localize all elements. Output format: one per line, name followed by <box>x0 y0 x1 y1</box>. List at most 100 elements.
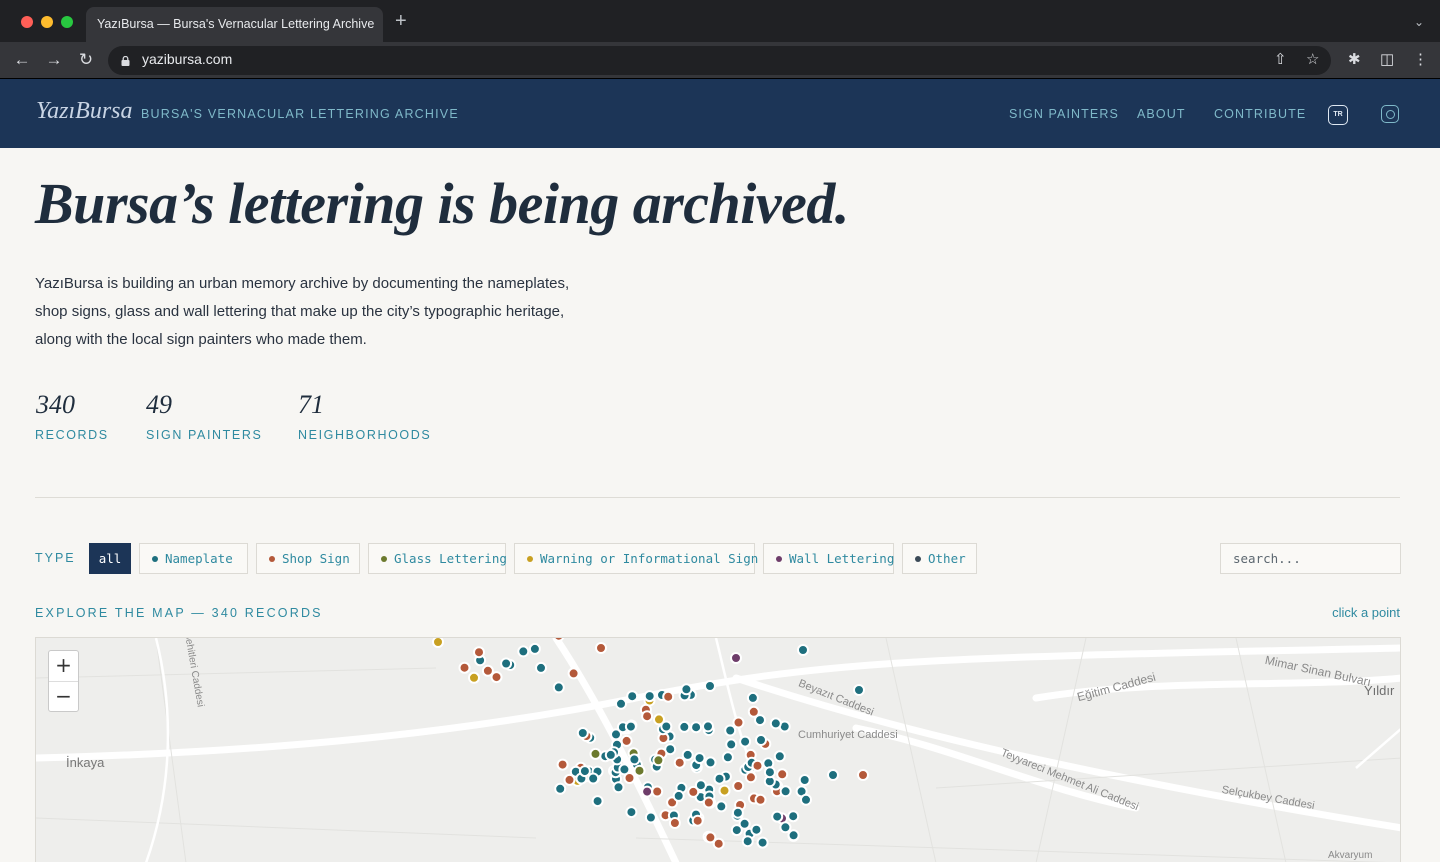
map-record-marker[interactable] <box>730 824 743 837</box>
browser-menu-icon[interactable]: ⋮ <box>1413 51 1428 69</box>
map-record-marker[interactable] <box>633 764 646 777</box>
map-record-marker[interactable] <box>624 720 637 733</box>
zoom-in-button[interactable]: + <box>49 651 78 681</box>
minimize-window-icon[interactable] <box>41 16 53 28</box>
map-record-marker[interactable] <box>754 793 767 806</box>
map-record-marker[interactable] <box>612 781 625 794</box>
filter-nameplate-button[interactable]: Nameplate <box>139 543 248 574</box>
forward-icon[interactable]: → <box>44 50 64 70</box>
map-record-marker[interactable] <box>751 759 764 772</box>
map-record-marker[interactable] <box>652 754 665 767</box>
filter-shop-sign-button[interactable]: Shop Sign <box>256 543 360 574</box>
map-record-marker[interactable] <box>797 644 809 656</box>
map-record-marker[interactable] <box>724 724 737 737</box>
map-record-marker[interactable] <box>678 720 691 733</box>
side-panel-icon[interactable]: ◫ <box>1380 51 1394 69</box>
reload-icon[interactable]: ↻ <box>76 50 96 70</box>
map-record-marker[interactable] <box>535 661 547 674</box>
map-record-marker[interactable] <box>691 814 704 827</box>
map-record-marker[interactable] <box>732 780 745 792</box>
map-record-marker[interactable] <box>644 811 657 824</box>
map-record-marker[interactable] <box>651 785 664 798</box>
map-record-marker[interactable] <box>787 829 800 842</box>
map-record-marker[interactable] <box>578 765 591 778</box>
address-bar[interactable] <box>108 46 1331 75</box>
map-record-marker[interactable] <box>779 821 792 834</box>
map-record-marker[interactable] <box>672 789 685 802</box>
map-record-marker[interactable] <box>567 667 580 680</box>
map-record-marker[interactable] <box>763 766 776 779</box>
map-record-marker[interactable] <box>554 782 567 795</box>
map-record-marker[interactable] <box>732 716 745 729</box>
zoom-out-button[interactable]: − <box>49 681 78 711</box>
map-record-marker[interactable] <box>739 735 752 748</box>
map-record-marker[interactable] <box>718 784 731 797</box>
map-record-marker[interactable] <box>604 748 617 761</box>
map-record-marker[interactable] <box>694 779 707 792</box>
map-record-marker[interactable] <box>800 793 812 806</box>
map-record-marker[interactable] <box>731 806 744 819</box>
map-record-marker[interactable] <box>746 691 759 704</box>
map-record-marker[interactable] <box>756 836 769 849</box>
map-record-marker[interactable] <box>776 768 789 781</box>
map-record-marker[interactable] <box>517 645 530 658</box>
map-record-marker[interactable] <box>715 800 728 813</box>
map-record-marker[interactable] <box>702 720 714 733</box>
map-record-marker[interactable] <box>693 752 706 765</box>
map-record-marker[interactable] <box>673 756 686 769</box>
map-record-marker[interactable] <box>432 638 444 648</box>
share-icon[interactable]: ⇧ <box>1274 51 1287 69</box>
map-record-marker[interactable] <box>702 796 715 809</box>
map-record-marker[interactable] <box>625 806 638 819</box>
map-canvas[interactable]: + − İnkaya Eğitim Caddesi Mimar Sinan Bu… <box>35 637 1401 862</box>
map-record-marker[interactable] <box>589 747 602 760</box>
map-record-marker[interactable] <box>773 750 786 763</box>
map-record-marker[interactable] <box>744 771 757 784</box>
nav-about[interactable]: ABOUT <box>1137 107 1186 121</box>
map-record-marker[interactable] <box>771 810 784 823</box>
instagram-icon[interactable] <box>1381 105 1399 123</box>
map-record-marker[interactable] <box>643 690 656 703</box>
map-record-marker[interactable] <box>556 758 569 771</box>
browser-tab[interactable]: YazıBursa — Bursa's Vernacular Lettering… <box>86 7 383 42</box>
map-record-marker[interactable] <box>587 772 600 785</box>
map-record-marker[interactable] <box>713 772 726 785</box>
map-record-marker[interactable] <box>747 705 760 718</box>
map-record-marker[interactable] <box>458 661 471 674</box>
new-tab-icon[interactable]: + <box>395 11 407 31</box>
map-record-marker[interactable] <box>641 785 654 798</box>
map-record-marker[interactable] <box>662 690 675 703</box>
map-record-marker[interactable] <box>681 748 694 761</box>
map-record-marker[interactable] <box>725 738 738 751</box>
language-toggle-button[interactable]: TR <box>1328 105 1348 125</box>
map-record-marker[interactable] <box>490 671 503 684</box>
filter-all-button[interactable]: all <box>89 543 131 574</box>
map-record-marker[interactable] <box>680 683 693 696</box>
map-record-marker[interactable] <box>857 769 869 781</box>
back-icon[interactable]: ← <box>12 50 32 70</box>
map-record-marker[interactable] <box>712 837 725 850</box>
map-record-marker[interactable] <box>553 638 565 642</box>
map-record-marker[interactable] <box>528 642 541 655</box>
map-record-marker[interactable] <box>798 774 811 786</box>
map-record-marker[interactable] <box>595 642 607 654</box>
map-record-marker[interactable] <box>787 810 800 823</box>
nav-contribute[interactable]: CONTRIBUTE <box>1214 107 1306 121</box>
map-record-marker[interactable] <box>620 734 633 747</box>
map-record-marker[interactable] <box>741 835 754 848</box>
map-record-marker[interactable] <box>755 734 767 746</box>
maximize-window-icon[interactable] <box>61 16 73 28</box>
map-record-marker[interactable] <box>591 795 604 808</box>
map-record-marker[interactable] <box>690 721 703 734</box>
nav-sign-painters[interactable]: SIGN PAINTERS <box>1009 107 1119 121</box>
filter-glass-lettering-button[interactable]: Glass Lettering <box>368 543 507 574</box>
map-record-marker[interactable] <box>468 671 480 684</box>
map-record-marker[interactable] <box>827 769 839 781</box>
map-record-marker[interactable] <box>660 720 673 733</box>
map-record-marker[interactable] <box>626 690 639 703</box>
map-record-marker[interactable] <box>615 697 627 710</box>
map-record-marker[interactable] <box>473 646 485 659</box>
map-record-marker[interactable] <box>769 717 782 730</box>
map-record-marker[interactable] <box>641 710 654 723</box>
tab-list-chevron-icon[interactable]: ⌄ <box>1414 15 1424 29</box>
